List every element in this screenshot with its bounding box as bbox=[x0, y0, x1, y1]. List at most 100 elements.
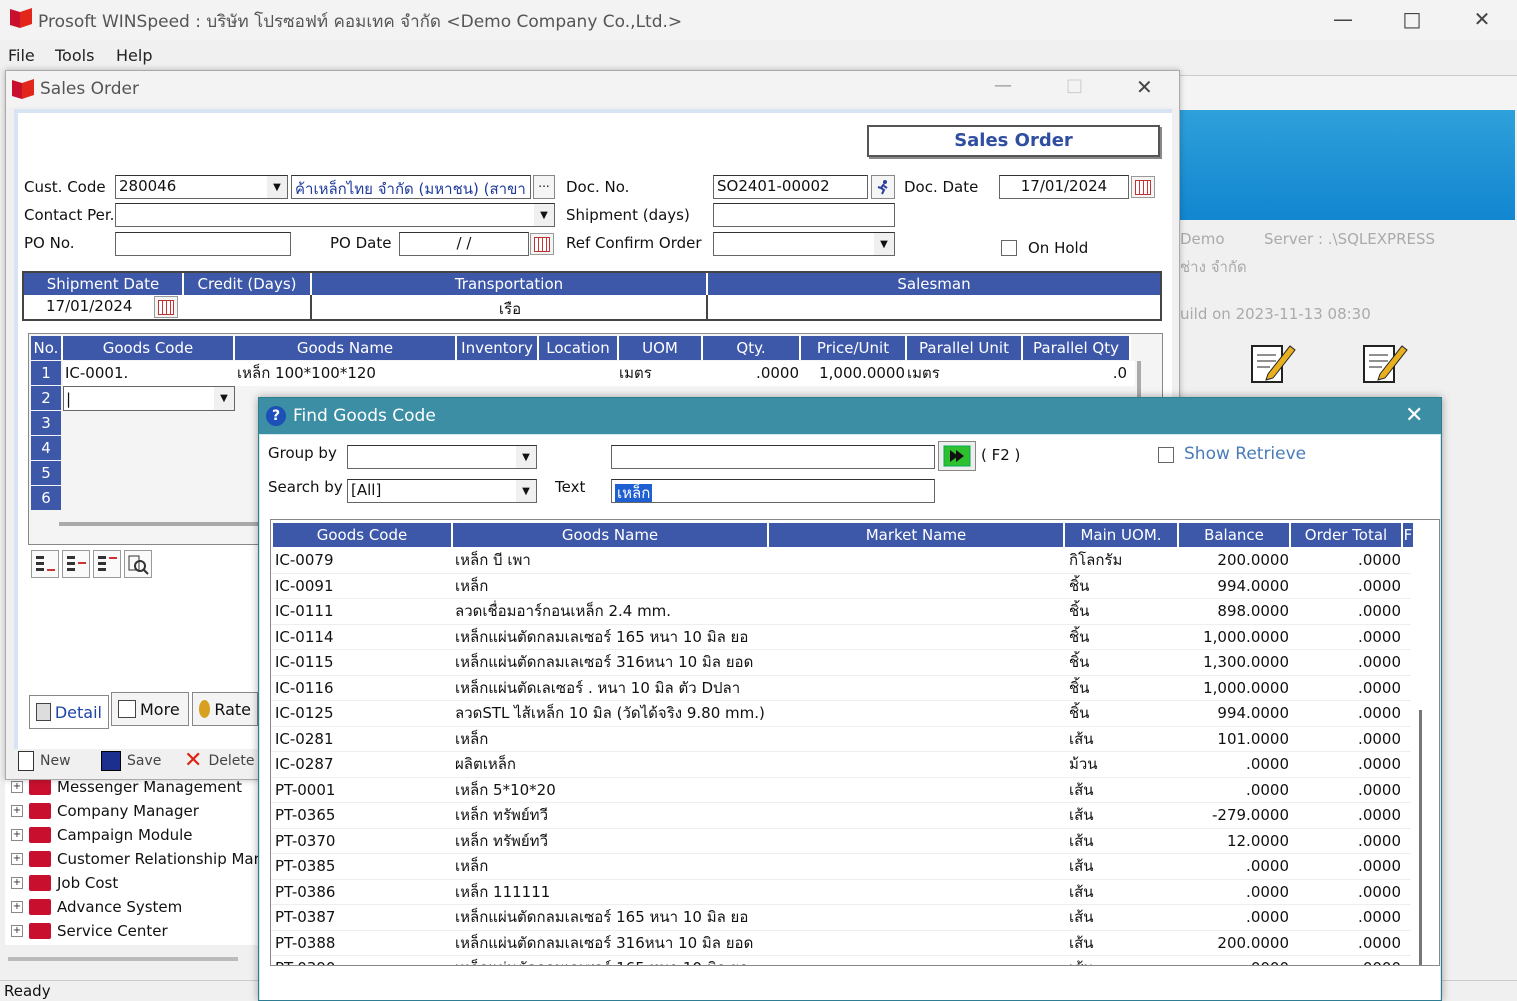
menu-file[interactable]: File bbox=[8, 46, 35, 65]
insert-row-icon[interactable] bbox=[31, 550, 59, 578]
col-shipment-date: Shipment Date bbox=[24, 273, 184, 295]
calendar-icon[interactable] bbox=[530, 233, 554, 255]
tree-item[interactable]: + Job Cost bbox=[11, 871, 118, 895]
table-row[interactable]: PT-0001 เหล็ก 5*10*20 เส้น .0000 .0000 bbox=[271, 778, 1411, 803]
cell-uom: ชิ้น bbox=[1069, 627, 1090, 646]
chevron-down-icon[interactable]: ▼ bbox=[874, 233, 894, 255]
close-button[interactable]: ✕ bbox=[1405, 403, 1423, 428]
col-order-total: Order Total bbox=[1291, 523, 1403, 547]
maximize-button[interactable]: □ bbox=[1066, 75, 1090, 96]
table-row[interactable]: PT-0370 เหล็ก ทรัพย์ทวี เส้น 12.0000 .0000 bbox=[271, 829, 1411, 854]
cell-order: .0000 bbox=[1358, 653, 1401, 671]
close-button[interactable]: ✕ bbox=[1136, 75, 1160, 99]
tree-item[interactable]: + Customer Relationship Mar bbox=[11, 847, 260, 871]
contact-field[interactable]: ▼ bbox=[115, 203, 555, 227]
tab-detail[interactable]: Detail bbox=[29, 695, 109, 729]
table-row[interactable]: PT-0390 เหล็กแผ่นตัดกลมเลเซอร์ 165 หนา 10… bbox=[271, 956, 1411, 965]
search-row-icon[interactable] bbox=[124, 550, 152, 578]
ref-confirm-field[interactable]: ▼ bbox=[713, 232, 895, 256]
table-row[interactable]: IC-0287 ผลิตเหล็ก ม้วน .0000 .0000 bbox=[271, 752, 1411, 778]
cell-market bbox=[771, 829, 1063, 854]
expand-icon[interactable]: + bbox=[11, 877, 23, 889]
shipment-date-value[interactable]: 17/01/2024 bbox=[46, 297, 132, 315]
tree-scrollbar[interactable] bbox=[8, 957, 238, 961]
delete-row-icon[interactable] bbox=[93, 550, 121, 578]
chevron-down-icon[interactable]: ▼ bbox=[534, 204, 554, 226]
expand-icon[interactable]: + bbox=[11, 805, 23, 817]
transportation-value[interactable]: เรือ bbox=[312, 297, 708, 321]
menu-tools[interactable]: Tools bbox=[55, 46, 94, 65]
edit-note-icon-2[interactable] bbox=[1360, 340, 1410, 388]
table-row[interactable]: PT-0388 เหล็กแผ่นตัดกลมเลเซอร์ 316หนา 10 … bbox=[271, 931, 1411, 956]
cust-code-field[interactable]: 280046 ▼ bbox=[115, 175, 288, 199]
table-row[interactable]: PT-0387 เหล็กแผ่นตัดกลมเลเซอร์ 165 หนา 10… bbox=[271, 905, 1411, 931]
cell-code: PT-0387 bbox=[275, 908, 336, 926]
find-goods-title-bar: ? Find Goods Code ✕ bbox=[259, 398, 1441, 434]
chevron-down-icon[interactable]: ▼ bbox=[267, 176, 287, 198]
expand-icon[interactable]: + bbox=[11, 781, 23, 793]
text-search-field[interactable]: เหล็ก bbox=[611, 479, 935, 503]
table-row[interactable]: PT-0386 เหล็ก 111111 เส้น .0000 .0000 bbox=[271, 880, 1411, 905]
menu-help[interactable]: Help bbox=[116, 46, 152, 65]
running-man-icon[interactable] bbox=[871, 175, 895, 199]
tree-item[interactable]: + Advance System bbox=[11, 895, 182, 919]
cust-name-field[interactable]: ค้าเหล็กไทย จำกัด (มหาชน) (สาขา bbox=[291, 175, 531, 199]
calendar-icon[interactable] bbox=[1131, 176, 1155, 198]
search-by-select[interactable]: [All] ▼ bbox=[347, 479, 537, 503]
tab-more[interactable]: More bbox=[111, 692, 189, 726]
edit-note-icon[interactable] bbox=[1248, 340, 1298, 388]
show-retrieve-checkbox[interactable] bbox=[1158, 447, 1174, 463]
chevron-down-icon[interactable]: ▼ bbox=[516, 446, 536, 468]
po-no-field[interactable] bbox=[115, 232, 291, 256]
po-date-field[interactable]: / / bbox=[399, 232, 529, 256]
table-row[interactable]: IC-0091 เหล็ก ชิ้น 994.0000 .0000 bbox=[271, 574, 1411, 599]
table-row[interactable]: IC-0115 เหล็กแผ่นตัดกลมเลเซอร์ 316หนา 10 … bbox=[271, 650, 1411, 676]
expand-icon[interactable]: + bbox=[11, 901, 23, 913]
table-row[interactable]: PT-0385 เหล็ก เส้น .0000 .0000 bbox=[271, 854, 1411, 880]
chevron-down-icon[interactable]: ▼ bbox=[516, 480, 536, 502]
search-input[interactable] bbox=[611, 445, 935, 469]
cell-market bbox=[771, 880, 1063, 905]
table-row[interactable]: IC-0116 เหล็กแผ่นตัดเลเซอร์ . หนา 10 มิล … bbox=[271, 676, 1411, 701]
minimize-button[interactable]: — bbox=[1313, 4, 1373, 34]
maximize-button[interactable]: □ bbox=[1382, 4, 1442, 34]
table-row[interactable]: IC-0125 ลวดSTL ไส้เหล็ก 10 มิล (วัดได้จริ… bbox=[271, 701, 1411, 727]
add-row-icon[interactable] bbox=[62, 550, 90, 578]
browse-customer-button[interactable]: ... bbox=[533, 175, 555, 199]
tree-item[interactable]: + Company Manager bbox=[11, 799, 199, 823]
prosoft-logo-icon bbox=[8, 6, 34, 30]
vertical-scrollbar[interactable] bbox=[1419, 710, 1422, 965]
col-salesman: Salesman bbox=[708, 273, 1160, 295]
table-row[interactable]: IC-0111 ลวดเชื่อมอาร์กอนเหล็ก 2.4 mm. ชิ้น… bbox=[271, 599, 1411, 625]
table-row[interactable]: IC-0114 เหล็กแผ่นตัดกลมเลเซอร์ 165 หนา 10… bbox=[271, 625, 1411, 650]
table-row[interactable]: PT-0365 เหล็ก ทรัพย์ทวี เส้น -279.0000 .0000 bbox=[271, 803, 1411, 829]
minimize-button[interactable]: — bbox=[994, 75, 1018, 96]
doc-date-field[interactable]: 17/01/2024 bbox=[999, 175, 1129, 199]
tree-item[interactable]: + Service Center bbox=[11, 919, 168, 943]
cell-market bbox=[771, 778, 1063, 803]
goods-code-editor[interactable]: | ▼ bbox=[63, 386, 235, 411]
chevron-down-icon[interactable]: ▼ bbox=[214, 387, 234, 410]
close-button[interactable]: ✕ bbox=[1452, 4, 1512, 34]
on-hold-checkbox[interactable] bbox=[1001, 240, 1017, 256]
table-row[interactable]: IC-0079 เหล็ก บี เพา กิโลกรัม 200.0000 .0000 bbox=[271, 548, 1411, 574]
delete-button[interactable]: ✕ Delete bbox=[184, 750, 254, 772]
save-button[interactable]: Save bbox=[101, 751, 161, 771]
table-row[interactable]: IC-0281 เหล็ก เส้น 101.0000 .0000 bbox=[271, 727, 1411, 752]
run-search-icon[interactable] bbox=[938, 441, 976, 471]
horizontal-scrollbar[interactable] bbox=[59, 522, 259, 526]
cell-uom: กิโลกรัม bbox=[1069, 551, 1123, 569]
tab-rate[interactable]: Rate bbox=[192, 692, 258, 726]
doc-no-field[interactable]: SO2401-00002 bbox=[713, 175, 868, 199]
expand-icon[interactable]: + bbox=[11, 829, 23, 841]
table-row[interactable]: IC-0001. เหล็ก 100*100*120 เมตร .0000 1,… bbox=[63, 361, 1135, 386]
cell-uom: ชิ้น bbox=[1069, 678, 1090, 697]
expand-icon[interactable]: + bbox=[11, 925, 23, 937]
tree-item[interactable]: + Campaign Module bbox=[11, 823, 193, 847]
new-button[interactable]: New bbox=[18, 751, 71, 771]
col-no: No. bbox=[31, 336, 63, 360]
group-by-select[interactable]: ▼ bbox=[347, 445, 537, 469]
expand-icon[interactable]: + bbox=[11, 853, 23, 865]
shipment-days-field[interactable] bbox=[713, 203, 895, 227]
calendar-icon[interactable] bbox=[154, 296, 178, 318]
